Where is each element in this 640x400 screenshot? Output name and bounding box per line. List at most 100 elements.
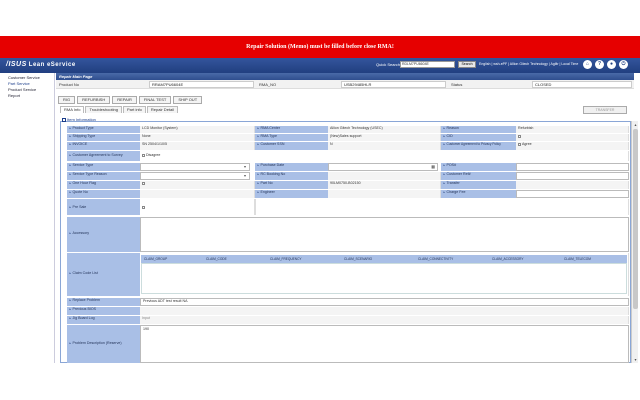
problem-description-input[interactable]: 190 [140,325,629,363]
field-label: One Hour Flag [67,181,140,189]
field-label: Part No [255,181,328,189]
field-label: Shipping Type [67,134,140,141]
purchase-date-input[interactable]: ▦ [328,163,438,171]
power-icon[interactable]: ⏻ [619,60,628,69]
app-header: /ISUS Lean eService Quick Search RDLM7PU6… [0,58,640,73]
survey-option-label: Disagree [146,153,161,157]
form-row: Previous BIOS [67,307,629,315]
field-label: Jig Board Log [67,316,140,324]
field-label: Product Type [67,126,140,133]
claim-column-header[interactable]: CLAIM_FREQUENCY [267,255,341,263]
field-label: Customer Agreement to Privacy Policy [441,142,516,150]
claim-column-header[interactable]: CLAIM_TELECOM [561,255,627,263]
rma-no-value: USB29485HLR [341,81,446,88]
engineer-value [328,190,441,198]
calendar-icon[interactable]: ▦ [431,164,435,169]
form-row: Shipping Type None RMA Type (New)Sales s… [67,134,629,141]
tab-rig[interactable]: RIG [58,96,76,104]
field-label: Customer SSN [255,142,328,150]
sidebar-item-report[interactable]: Report [0,93,54,99]
vertical-scrollbar[interactable]: ▴ ▾ [631,121,638,363]
field-label: Previous BIOS [67,307,140,315]
status-value: CLOSED [532,81,632,88]
field-label: Customer Ref# [441,172,516,180]
cid-checkbox[interactable] [518,134,521,138]
privacy-checkbox[interactable] [518,142,521,146]
claim-table-header: CLAIM_GROUP CLAIM_CODE CLAIM_FREQUENCY C… [141,255,627,263]
field-label: POS# [441,163,516,171]
tab-repair[interactable]: REPAIR [112,96,137,104]
charge-fee-input[interactable] [516,190,629,198]
tab-troubleshooting[interactable]: Troubleshooting [85,106,122,113]
page-title: Repair Main Page [56,73,634,80]
rma-type-value: (New)Sales support [328,134,441,141]
rma-no-label: RMA_NO [259,82,277,87]
survey-checkbox[interactable] [142,153,145,157]
help-icon[interactable]: ? [595,60,604,69]
claim-column-header[interactable]: CLAIM_ACCESSORY [489,255,561,263]
form-row: Pre Sale [67,199,629,215]
product-no-label: Product No [59,82,80,87]
product-no-value: RRAM7PU6604E [149,81,254,88]
transfer-value [516,181,629,189]
status-label: Status [451,82,463,87]
scroll-up-icon[interactable]: ▴ [632,121,639,128]
pos-input[interactable] [516,163,629,171]
quote-no-value [140,190,255,198]
logo-text: /ISUS [6,61,27,68]
claim-column-header[interactable]: CLAIM_CONNECTIVITY [415,255,489,263]
customer-ref-input[interactable] [516,172,629,180]
rc-booking-value [328,172,441,180]
pre-sale-checkbox[interactable] [142,205,145,209]
field-label: Purchase Date [255,163,328,171]
customer-ssn-value: N [328,142,441,150]
home-icon[interactable]: ⌂ [583,60,592,69]
replace-problem-input[interactable]: Previous ADT test result NA [140,298,629,306]
form-row: Quote No Engineer Charge Fee [67,190,629,198]
user-icon[interactable]: ● [607,60,616,69]
tab-rma-info[interactable]: RMA Info [60,106,85,113]
collapse-icon[interactable] [62,117,66,122]
field-label: CID [441,134,516,141]
alert-banner: Repair Solution (Memo) must be filled be… [0,36,640,58]
field-label: RMA Center [255,126,328,133]
logo: /ISUS Lean eService [6,61,76,68]
privacy-option-label: Agree [522,142,532,146]
field-label: Service Type [67,163,140,171]
claim-column-header[interactable]: CLAIM_SCENARIO [341,255,415,263]
service-type-reason-select[interactable] [140,172,250,180]
app-name: Lean eService [28,62,76,68]
tab-ship-out[interactable]: SHIP OUT [173,96,203,104]
section-title-text: Item Information [67,117,96,122]
search-button[interactable]: Search [458,61,476,68]
service-type-select[interactable] [140,163,250,171]
jig-board-value: Input [140,316,629,324]
scroll-thumb[interactable] [633,129,638,309]
field-label: INVOICE [67,142,140,150]
form-row: Customer Agreement to Survey Disagree [67,151,629,161]
sub-tabs: RMA Info Troubleshooting Part info Repai… [60,106,179,113]
claim-column-header[interactable]: CLAIM_GROUP [141,255,203,263]
tab-final-test[interactable]: FINAL TEST [138,96,172,104]
section-title: Item Information [62,117,96,122]
shipping-type-value: None [140,134,255,141]
pre-sale-value [140,199,255,215]
reason-value: Refurbish [516,126,629,133]
field-label: RC Booking No [255,172,328,180]
form-row: One Hour Flag Part No 90LM0750-B02150 Tr… [67,181,629,189]
tab-part-info[interactable]: Part info [123,106,146,113]
one-hour-checkbox[interactable] [142,181,145,185]
quick-search-input[interactable]: RDLM7PU6604E [400,61,455,68]
accessory-input[interactable] [140,217,629,252]
field-label: Service Type Reason [67,172,140,180]
field-label: Reason [441,126,516,133]
claim-table-body[interactable] [141,263,627,294]
tab-refurbish[interactable]: REFURBISH [77,96,111,104]
transfer-button[interactable]: TRANSFER [583,106,627,114]
field-label: Customer Agreement to Survey [67,151,140,161]
header-links[interactable]: English | wsh-ePF | Allion Giiech Techno… [479,62,578,66]
tab-repair-detail[interactable]: Repair Detail [146,106,179,113]
claim-column-header[interactable]: CLAIM_CODE [203,255,267,263]
scroll-down-icon[interactable]: ▾ [632,356,639,363]
pre-sale-extra [255,199,629,215]
